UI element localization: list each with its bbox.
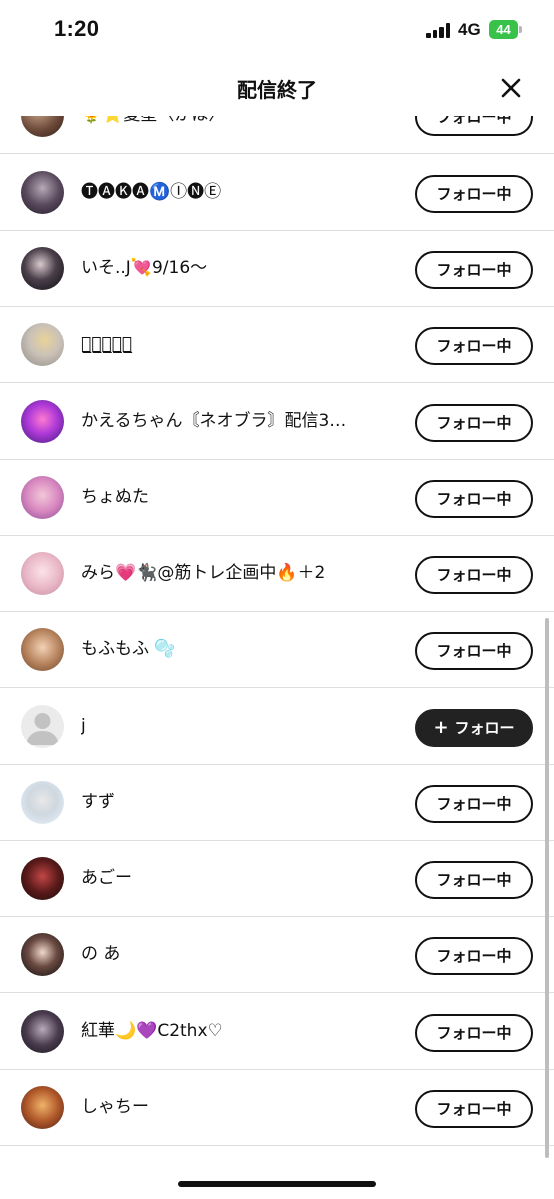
following-button[interactable]: フォロー中 <box>415 175 533 213</box>
list-item[interactable]: もふもふ 🫧 フォロー中 <box>0 612 554 688</box>
user-name: すず <box>81 792 115 812</box>
close-icon <box>501 78 521 98</box>
list-item[interactable]: あごー フォロー中 <box>0 841 554 917</box>
list-item[interactable]: 🅣🅐🅚🅐Ⓜ️Ⓘ🅝Ⓔ フォロー中 <box>0 155 554 231</box>
avatar[interactable] <box>21 552 64 595</box>
following-button[interactable]: フォロー中 <box>415 1090 533 1128</box>
divider <box>0 382 554 383</box>
list-item[interactable]: ちょぬた フォロー中 <box>0 460 554 536</box>
user-name: 🅣🅐🅚🅐Ⓜ️Ⓘ🅝Ⓔ <box>81 182 222 202</box>
list-item[interactable]: しゃちー フォロー中 <box>0 1070 554 1146</box>
user-name: しゃちー <box>81 1097 149 1117</box>
avatar[interactable] <box>21 628 64 671</box>
divider <box>0 153 554 154</box>
avatar[interactable] <box>21 247 64 290</box>
following-button[interactable]: フォロー中 <box>415 251 533 289</box>
avatar[interactable] <box>21 476 64 519</box>
close-button[interactable] <box>492 74 530 104</box>
following-button[interactable]: フォロー中 <box>415 327 533 365</box>
list-item[interactable]: 紅華🌙💜C2thx♡ フォロー中 <box>0 994 554 1070</box>
default-avatar-icon[interactable] <box>21 705 64 748</box>
user-name: いそ..J💘9/16〜 <box>81 258 208 278</box>
user-name: かえるちゃん〘ネオブラ〙配信3… <box>81 411 347 431</box>
following-button[interactable]: フォロー中 <box>415 632 533 670</box>
screen: 🌻⭐️夏星〈かほ〉 フォロー中 🅣🅐🅚🅐Ⓜ️Ⓘ🅝Ⓔ フォロー中 いそ..J💘9/… <box>0 0 554 1199</box>
following-button[interactable]: フォロー中 <box>415 937 533 975</box>
following-button[interactable]: フォロー中 <box>415 785 533 823</box>
following-button[interactable]: フォロー中 <box>415 404 533 442</box>
avatar[interactable] <box>21 171 64 214</box>
avatar[interactable] <box>21 323 64 366</box>
cellular-signal-icon <box>426 23 452 38</box>
status-bar: 1:20 4G 44 <box>0 0 554 60</box>
avatar[interactable] <box>21 400 64 443</box>
user-name: あごー <box>81 868 132 888</box>
following-button[interactable]: フォロー中 <box>415 480 533 518</box>
user-list[interactable]: 🌻⭐️夏星〈かほ〉 フォロー中 🅣🅐🅚🅐Ⓜ️Ⓘ🅝Ⓔ フォロー中 いそ..J💘9/… <box>0 0 554 1199</box>
network-type: 4G <box>458 20 481 39</box>
following-button[interactable]: フォロー中 <box>415 1014 533 1052</box>
following-button[interactable]: フォロー中 <box>415 556 533 594</box>
avatar[interactable] <box>21 1086 64 1129</box>
user-name: 紅華🌙💜C2thx♡ <box>81 1021 223 1041</box>
user-name: みら💗🐈‍⬛@筋トレ企画中🔥＋2 <box>81 563 326 583</box>
divider <box>0 992 554 993</box>
list-item[interactable]: すず フォロー中 <box>0 765 554 841</box>
plus-icon: + <box>433 717 449 738</box>
user-name: か̲む̲ゅ̲ゅ̲ゅ̲ <box>81 334 133 354</box>
battery-level: 44 <box>489 20 518 39</box>
avatar[interactable] <box>21 1010 64 1053</box>
person-silhouette-icon <box>26 713 59 745</box>
divider <box>0 1145 554 1146</box>
follow-label: フォロー <box>454 719 515 737</box>
header: 配信終了 <box>0 60 554 116</box>
page-title: 配信終了 <box>237 78 317 102</box>
list-item[interactable]: みら💗🐈‍⬛@筋トレ企画中🔥＋2 フォロー中 <box>0 536 554 612</box>
list-item[interactable]: j + フォロー <box>0 689 554 765</box>
battery-icon: 44 <box>489 20 522 39</box>
user-name: の あ <box>81 944 121 964</box>
follow-button[interactable]: + フォロー <box>415 709 533 747</box>
user-name: j <box>81 716 86 736</box>
avatar[interactable] <box>21 781 64 824</box>
list-item[interactable]: の あ フォロー中 <box>0 917 554 993</box>
home-indicator[interactable] <box>178 1181 376 1187</box>
divider <box>0 687 554 688</box>
scrollbar[interactable] <box>545 618 549 1158</box>
list-item[interactable]: いそ..J💘9/16〜 フォロー中 <box>0 231 554 307</box>
avatar[interactable] <box>21 857 64 900</box>
list-item[interactable]: かえるちゃん〘ネオブラ〙配信3… フォロー中 <box>0 384 554 460</box>
list-item[interactable]: か̲む̲ゅ̲ゅ̲ゅ̲ フォロー中 <box>0 307 554 383</box>
user-name: もふもふ 🫧 <box>81 639 176 659</box>
status-time: 1:20 <box>54 16 100 41</box>
user-name: ちょぬた <box>81 487 149 507</box>
following-button[interactable]: フォロー中 <box>415 861 533 899</box>
avatar[interactable] <box>21 933 64 976</box>
